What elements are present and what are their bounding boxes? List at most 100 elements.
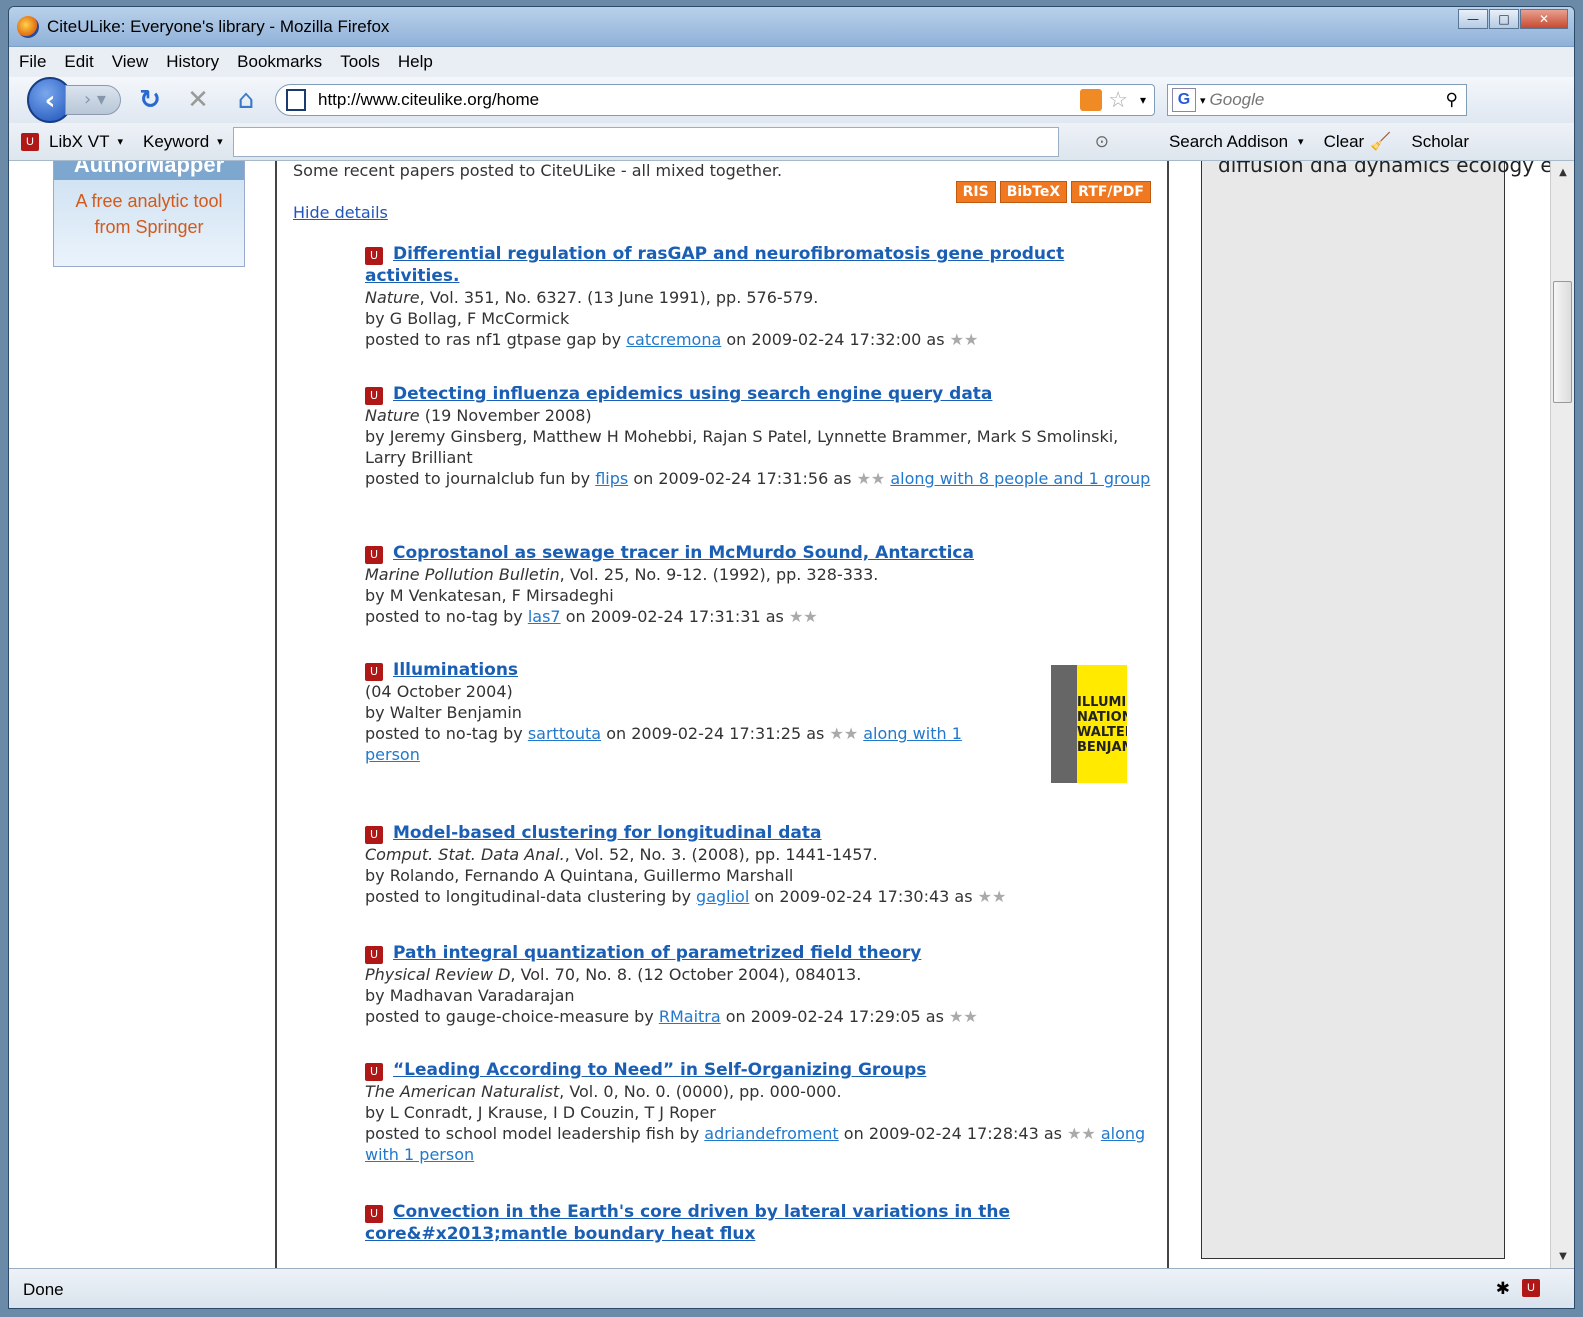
firefox-icon xyxy=(17,15,39,38)
menu-file[interactable]: File xyxy=(19,52,46,72)
bibtex-button[interactable]: BibTeX xyxy=(999,181,1068,203)
paper-user[interactable]: gagliol xyxy=(696,887,749,906)
list-item: U Path integral quantization of parametri… xyxy=(365,942,1155,1027)
menu-bookmarks[interactable]: Bookmarks xyxy=(237,52,322,72)
menu-bar: File Edit View History Bookmarks Tools H… xyxy=(9,47,1574,77)
clear-button[interactable]: Clear xyxy=(1324,132,1365,152)
rating-stars: ★★ xyxy=(829,724,859,743)
libx-dropdown-icon[interactable]: ▾ xyxy=(117,135,123,148)
list-item: U Coprostanol as sewage tracer in McMurdo… xyxy=(365,542,1155,627)
paper-title[interactable]: “Leading According to Need” in Self-Orga… xyxy=(393,1060,926,1080)
rating-stars: ★★ xyxy=(856,469,886,488)
citeulike-icon: U xyxy=(365,546,383,564)
libx-toolbar: U LibX VT ▾ Keyword ▾ ⊙ Search Addison ▾… xyxy=(9,123,1574,161)
status-text: Done xyxy=(23,1279,64,1299)
forward-button[interactable]: › ▾ xyxy=(65,85,121,115)
libx-search-input[interactable] xyxy=(232,126,1059,157)
paper-user[interactable]: flips xyxy=(595,469,628,488)
paper-extra[interactable]: along with 8 people and 1 group xyxy=(890,469,1150,488)
tag-cloud-text[interactable]: diffusion dna dynamics ecology education… xyxy=(1218,161,1552,177)
keyword-menu[interactable]: Keyword xyxy=(143,132,209,152)
book-cover[interactable]: ILLUMI NATIONS WALTER BENJAMIN xyxy=(1051,665,1127,783)
paper-journal: Nature xyxy=(365,406,420,425)
url-dropdown-icon[interactable]: ▾ xyxy=(1140,93,1146,107)
window-controls: — □ ✕ xyxy=(1457,9,1568,29)
paper-user[interactable]: adriandefroment xyxy=(704,1124,838,1143)
scroll-up-icon[interactable]: ▲ xyxy=(1551,167,1574,178)
search-box[interactable]: G ▾ Google ⚲ xyxy=(1167,84,1467,116)
paper-title[interactable]: Coprostanol as sewage tracer in McMurdo … xyxy=(393,543,974,563)
paper-user[interactable]: catcremona xyxy=(626,330,721,349)
paper-title[interactable]: Differential regulation of rasGAP and ne… xyxy=(365,244,1064,286)
main-column: Some recent papers posted to CiteULike -… xyxy=(279,161,1169,1268)
paper-pub: , Vol. 25, No. 9-12. (1992), pp. 328-333… xyxy=(559,565,879,584)
paper-posted: posted to longitudinal-data clustering b… xyxy=(365,887,691,906)
close-button[interactable]: ✕ xyxy=(1520,9,1568,29)
rss-icon[interactable] xyxy=(1080,89,1103,111)
paper-title[interactable]: Model-based clustering for longitudinal … xyxy=(393,823,822,843)
export-buttons: RIS BibTeX RTF/PDF xyxy=(952,181,1151,203)
paper-user[interactable]: sarttouta xyxy=(528,724,601,743)
menu-history[interactable]: History xyxy=(166,52,219,72)
libx-status-icon[interactable]: U xyxy=(1522,1279,1540,1297)
page-icon xyxy=(286,89,306,111)
list-item: U Illuminations (04 October 2004) by Walt… xyxy=(365,659,1005,765)
paper-pub: , Vol. 0, No. 0. (0000), pp. 000-000. xyxy=(559,1082,842,1101)
menu-edit[interactable]: Edit xyxy=(64,52,93,72)
paper-pub: (19 November 2008) xyxy=(419,406,592,425)
paper-posted: posted to no-tag by xyxy=(365,607,523,626)
paper-journal: The American Naturalist xyxy=(365,1082,560,1101)
paper-title[interactable]: Path integral quantization of parametriz… xyxy=(393,943,921,963)
paper-title[interactable]: Convection in the Earth's core driven by… xyxy=(365,1202,1010,1244)
hide-details-link[interactable]: Hide details xyxy=(293,203,388,222)
paper-journal: Marine Pollution Bulletin xyxy=(365,565,560,584)
paper-posted: posted to gauge-choice-measure by xyxy=(365,1007,654,1026)
url-bar[interactable]: http://www.citeulike.org/home ☆ ▾ xyxy=(275,84,1155,116)
paper-title[interactable]: Detecting influenza epidemics using sear… xyxy=(393,384,992,404)
citeulike-icon: U xyxy=(365,826,383,844)
bookmark-star-icon[interactable]: ☆ xyxy=(1108,87,1128,113)
paper-user[interactable]: RMaitra xyxy=(659,1007,721,1026)
scroll-down-icon[interactable]: ▼ xyxy=(1551,1251,1574,1262)
paper-title[interactable]: Illuminations xyxy=(393,660,518,680)
menu-tools[interactable]: Tools xyxy=(340,52,380,72)
keyword-dropdown-icon[interactable]: ▾ xyxy=(217,135,223,148)
rating-stars: ★★ xyxy=(977,887,1007,906)
status-bar: Done ✱ U xyxy=(9,1268,1574,1308)
paper-pub: , Vol. 70, No. 8. (12 October 2004), 084… xyxy=(510,965,862,984)
search-addison-dropdown-icon[interactable]: ▾ xyxy=(1298,135,1304,148)
firebug-icon[interactable]: ✱ xyxy=(1496,1279,1510,1299)
circle-chevron-icon[interactable]: ⊙ xyxy=(1095,132,1109,152)
menu-help[interactable]: Help xyxy=(398,52,433,72)
window-title: CiteULike: Everyone's library - Mozilla … xyxy=(47,16,390,36)
paper-posted: posted to ras nf1 gtpase gap by xyxy=(365,330,622,349)
rtf-pdf-button[interactable]: RTF/PDF xyxy=(1071,181,1151,203)
maximize-button[interactable]: □ xyxy=(1489,9,1519,29)
paper-pub: , Vol. 351, No. 6327. (13 June 1991), pp… xyxy=(419,288,819,307)
page-content: AuthorMapper A free analytic tool from S… xyxy=(9,161,1552,1268)
rating-stars: ★★ xyxy=(1067,1124,1096,1143)
search-icon[interactable]: ⚲ xyxy=(1446,90,1458,110)
menu-view[interactable]: View xyxy=(112,52,149,72)
paper-authors: by G Bollag, F McCormick xyxy=(365,309,570,328)
banner-subtitle-2: from Springer xyxy=(94,217,204,237)
minimize-button[interactable]: — xyxy=(1458,9,1488,29)
google-icon[interactable]: G xyxy=(1172,88,1196,112)
libx-menu[interactable]: LibX VT xyxy=(49,132,109,152)
paper-authors: by Jeremy Ginsberg, Matthew H Mohebbi, R… xyxy=(365,427,1119,467)
scrollbar-thumb[interactable] xyxy=(1553,281,1572,403)
title-bar: CiteULike: Everyone's library - Mozilla … xyxy=(9,7,1574,47)
scholar-button[interactable]: Scholar xyxy=(1411,132,1469,152)
browser-window: CiteULike: Everyone's library - Mozilla … xyxy=(8,6,1575,1309)
citeulike-icon: U xyxy=(365,946,383,964)
paper-user[interactable]: las7 xyxy=(528,607,561,626)
search-addison-button[interactable]: Search Addison xyxy=(1169,132,1288,152)
vertical-scrollbar[interactable]: ▲ ▼ xyxy=(1550,161,1574,1268)
libx-actions: ⊙ Search Addison ▾ Clear 🧹 Scholar xyxy=(1075,132,1469,152)
home-icon[interactable]: ⌂ xyxy=(227,85,265,115)
authormapper-banner[interactable]: AuthorMapper A free analytic tool from S… xyxy=(53,161,245,267)
paper-authors: by Madhavan Varadarajan xyxy=(365,986,575,1005)
reload-icon[interactable]: ↻ xyxy=(131,85,169,115)
stop-icon[interactable]: ✕ xyxy=(179,85,217,115)
ris-button[interactable]: RIS xyxy=(955,181,996,203)
